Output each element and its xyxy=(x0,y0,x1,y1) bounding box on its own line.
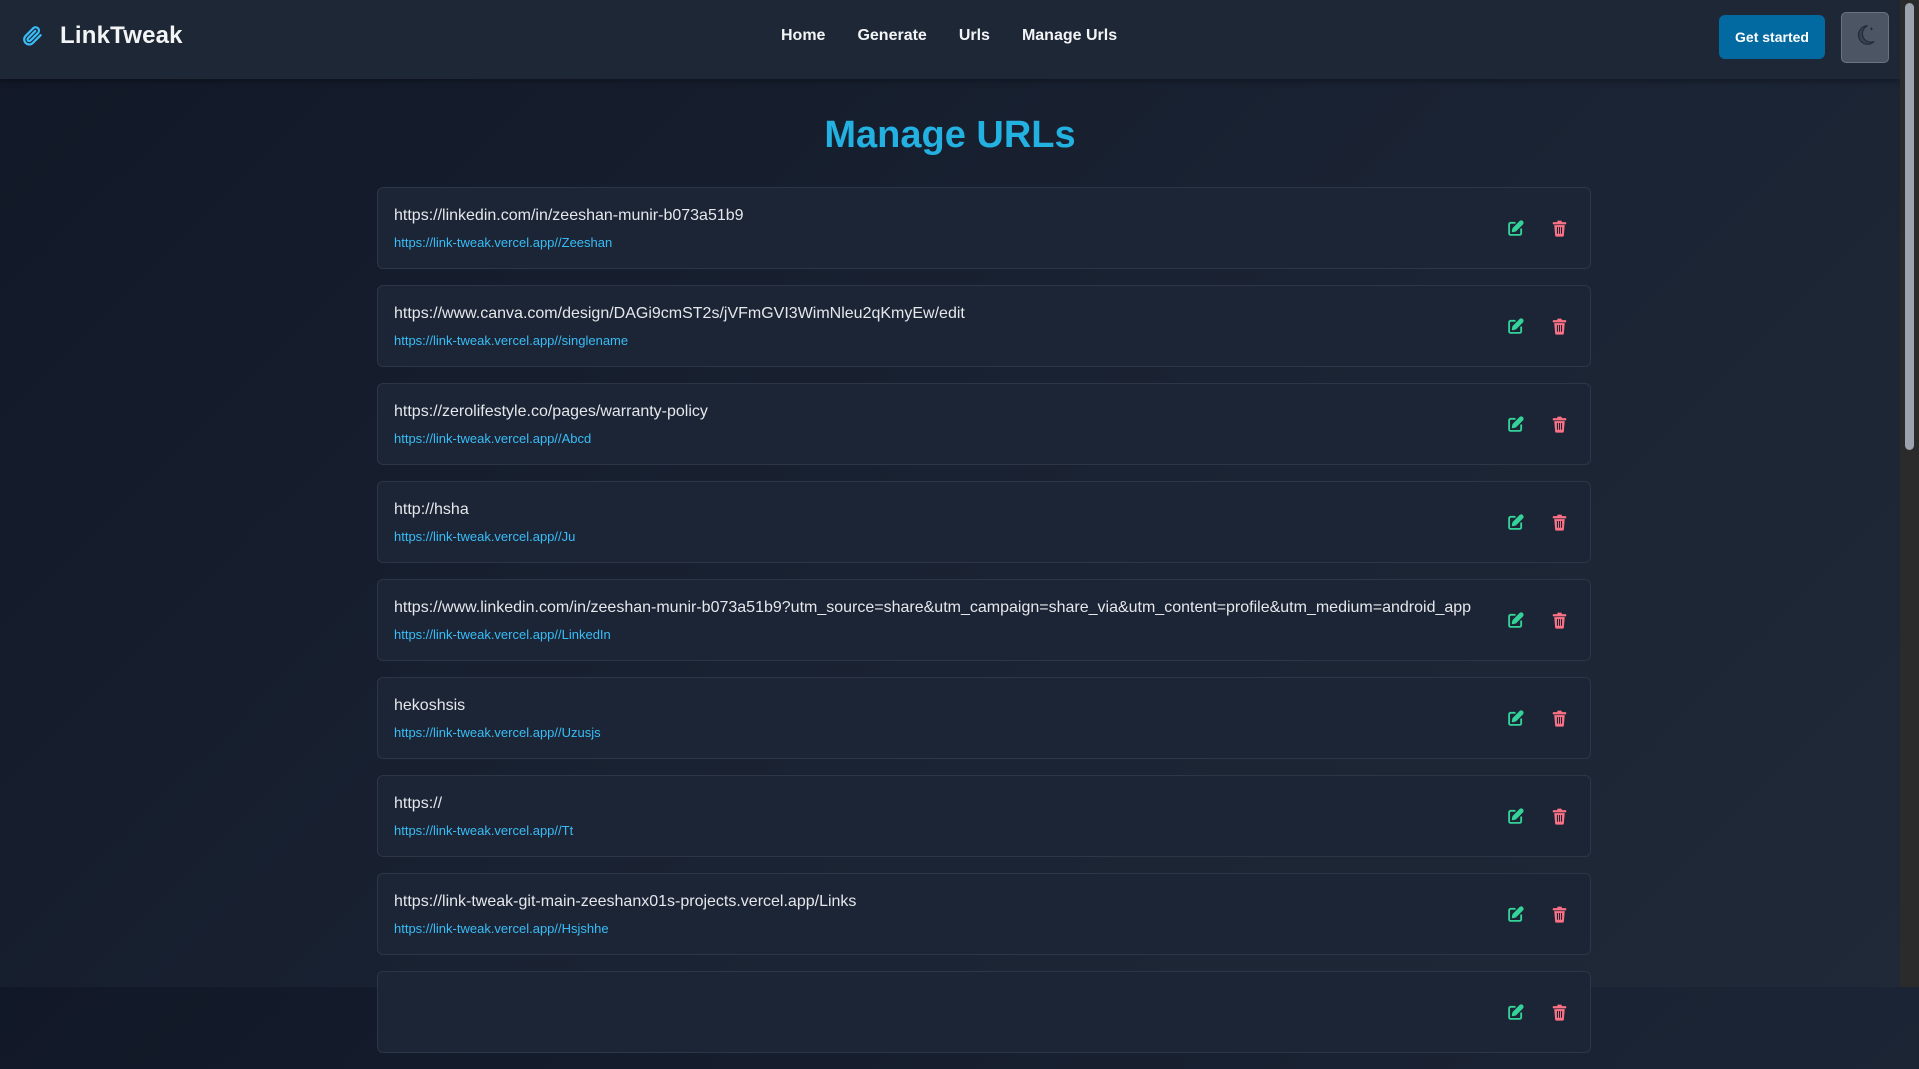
url-actions xyxy=(1506,218,1568,238)
trash-icon[interactable] xyxy=(1550,1002,1568,1022)
original-url: https://link-tweak-git-main-zeeshanx01s-… xyxy=(394,893,857,910)
get-started-button[interactable]: Get started xyxy=(1719,15,1825,59)
original-url: https://zerolifestyle.co/pages/warranty-… xyxy=(394,403,708,420)
url-card: https://www.canva.com/design/DAGi9cmST2s… xyxy=(377,285,1591,367)
trash-icon[interactable] xyxy=(1550,904,1568,924)
page-title: Manage URLs xyxy=(824,114,1076,156)
trash-icon[interactable] xyxy=(1550,512,1568,532)
edit-icon[interactable] xyxy=(1506,708,1524,728)
original-url: https://linkedin.com/in/zeeshan-munir-b0… xyxy=(394,207,744,224)
brand-name: LinkTweak xyxy=(60,22,183,49)
url-card: http://hsha https://link-tweak.vercel.app… xyxy=(377,481,1591,563)
moon-icon xyxy=(1852,22,1878,53)
url-card: https://www.linkedin.com/in/zeeshan-muni… xyxy=(377,579,1591,661)
url-card: https://zerolifestyle.co/pages/warranty-… xyxy=(377,383,1591,465)
url-card: hekoshsis https://link-tweak.vercel.app//… xyxy=(377,677,1591,759)
top-navbar: LinkTweak Home Generate Urls Manage Urls… xyxy=(0,0,1900,79)
edit-icon[interactable] xyxy=(1506,218,1524,238)
nav-link-urls[interactable]: Urls xyxy=(959,27,990,45)
edit-icon[interactable] xyxy=(1506,316,1524,336)
url-card xyxy=(377,971,1591,1053)
original-url: http://hsha xyxy=(394,501,469,518)
short-url-link[interactable]: https://link-tweak.vercel.app//LinkedIn xyxy=(394,627,611,642)
scrollbar-thumb[interactable] xyxy=(1905,3,1914,450)
url-list: https://linkedin.com/in/zeeshan-munir-b0… xyxy=(377,187,1591,1069)
trash-icon[interactable] xyxy=(1550,316,1568,336)
edit-icon[interactable] xyxy=(1506,806,1524,826)
url-card: https://link-tweak-git-main-zeeshanx01s-… xyxy=(377,873,1591,955)
trash-icon[interactable] xyxy=(1550,414,1568,434)
paperclip-icon xyxy=(20,24,44,48)
url-actions xyxy=(1506,1002,1568,1022)
short-url-link[interactable]: https://link-tweak.vercel.app//Ju xyxy=(394,529,575,544)
url-actions xyxy=(1506,316,1568,336)
brand-logo[interactable]: LinkTweak xyxy=(20,22,183,50)
url-actions xyxy=(1506,414,1568,434)
url-actions xyxy=(1506,806,1568,826)
nav-link-generate[interactable]: Generate xyxy=(857,27,926,45)
nav-link-home[interactable]: Home xyxy=(781,27,825,45)
url-card: https://linkedin.com/in/zeeshan-munir-b0… xyxy=(377,187,1591,269)
edit-icon[interactable] xyxy=(1506,610,1524,630)
short-url-link[interactable]: https://link-tweak.vercel.app//Abcd xyxy=(394,431,591,446)
trash-icon[interactable] xyxy=(1550,610,1568,630)
edit-icon[interactable] xyxy=(1506,1002,1524,1022)
url-actions xyxy=(1506,610,1568,630)
trash-icon[interactable] xyxy=(1550,806,1568,826)
url-actions xyxy=(1506,708,1568,728)
short-url-link[interactable]: https://link-tweak.vercel.app//singlenam… xyxy=(394,333,628,348)
url-actions xyxy=(1506,512,1568,532)
short-url-link[interactable]: https://link-tweak.vercel.app//Zeeshan xyxy=(394,235,612,250)
edit-icon[interactable] xyxy=(1506,414,1524,434)
trash-icon[interactable] xyxy=(1550,708,1568,728)
vertical-scrollbar[interactable] xyxy=(1900,0,1919,987)
theme-toggle-button[interactable] xyxy=(1841,12,1889,63)
short-url-link[interactable]: https://link-tweak.vercel.app//Hsjshhe xyxy=(394,921,609,936)
original-url: https:// xyxy=(394,795,443,812)
original-url: https://www.canva.com/design/DAGi9cmST2s… xyxy=(394,305,965,322)
url-actions xyxy=(1506,904,1568,924)
nav-link-manage-urls[interactable]: Manage Urls xyxy=(1022,27,1117,45)
original-url: https://www.linkedin.com/in/zeeshan-muni… xyxy=(394,599,1472,616)
url-card: https:// https://link-tweak.vercel.app//T… xyxy=(377,775,1591,857)
original-url: hekoshsis xyxy=(394,697,466,714)
short-url-link[interactable]: https://link-tweak.vercel.app//Tt xyxy=(394,823,573,838)
main-nav: Home Generate Urls Manage Urls xyxy=(781,27,1117,45)
edit-icon[interactable] xyxy=(1506,512,1524,532)
edit-icon[interactable] xyxy=(1506,904,1524,924)
trash-icon[interactable] xyxy=(1550,218,1568,238)
short-url-link[interactable]: https://link-tweak.vercel.app//Uzusjs xyxy=(394,725,601,740)
